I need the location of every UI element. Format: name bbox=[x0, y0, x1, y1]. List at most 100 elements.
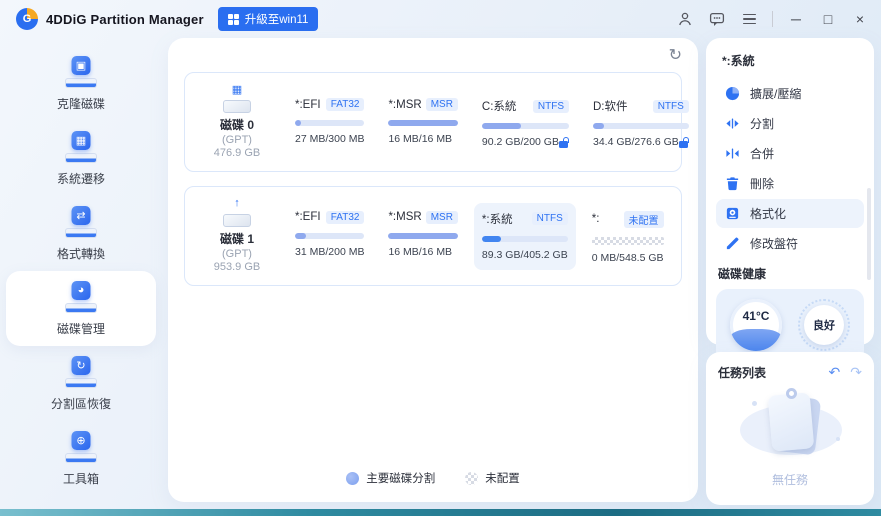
filesystem-badge: NTFS bbox=[531, 212, 568, 225]
sidebar-item-label: 格式轉換 bbox=[56, 246, 105, 261]
action-delete[interactable]: 刪除 bbox=[716, 169, 864, 198]
close-button[interactable]: × bbox=[851, 11, 869, 27]
partition-disk0-d-software[interactable]: D:软件 NTFS 34.4 GB/276.6 GB bbox=[585, 90, 697, 154]
maximize-button[interactable]: □ bbox=[819, 11, 837, 27]
partition-usage: 34.4 GB/276.6 GB bbox=[592, 136, 679, 148]
menu-icon[interactable] bbox=[740, 10, 758, 28]
water-level-icon bbox=[730, 329, 782, 351]
sidebar-item-label: 系統遷移 bbox=[56, 171, 105, 186]
partition-label: *: bbox=[591, 213, 600, 225]
merge-icon bbox=[724, 146, 740, 162]
partition-usage: 16 MB/16 MB bbox=[388, 133, 453, 145]
format-icon bbox=[724, 206, 740, 222]
status-dial-icon: 良好 bbox=[798, 299, 850, 351]
partition-disk1-system-selected[interactable]: *:系統 NTFS 89.3 GB/405.2 GB bbox=[473, 202, 576, 270]
primary-partition-dot-icon bbox=[346, 471, 360, 485]
action-label: 修改盤符 bbox=[750, 237, 799, 251]
upgrade-to-win11-button[interactable]: 升級至win11 bbox=[217, 7, 319, 31]
bitlocker-unlocked-icon bbox=[678, 136, 689, 148]
unallocated-badge: 未配置 bbox=[623, 210, 664, 228]
no-tasks-text: 無任務 bbox=[771, 473, 808, 487]
action-change-drive-letter[interactable]: 修改盤符 bbox=[716, 229, 864, 258]
sidebar-item-system-migration[interactable]: ▦ 系統遷移 bbox=[6, 121, 156, 196]
sidebar-item-toolbox[interactable]: ⊕ 工具箱 bbox=[6, 421, 156, 496]
partition-label: *:系統 bbox=[481, 213, 513, 226]
filesystem-badge: MSR bbox=[425, 210, 458, 224]
minimize-button[interactable]: ─ bbox=[787, 11, 805, 27]
action-split[interactable]: 分割 bbox=[716, 109, 864, 138]
partition-label: D:软件 bbox=[592, 101, 628, 113]
partition-label: *:EFI bbox=[295, 98, 321, 111]
filesystem-badge: MSR bbox=[425, 98, 458, 111]
upgrade-button-label: 升級至win11 bbox=[244, 14, 309, 26]
filesystem-badge: NTFS bbox=[652, 99, 689, 113]
toolbox-icon: ⊕ bbox=[63, 430, 99, 463]
partition-disk0-msr[interactable]: *:MSR MSR 16 MB/16 MB bbox=[380, 90, 465, 154]
titlebar: G 4DDiG Partition Manager 升級至win11 ─ □ × bbox=[0, 0, 881, 38]
action-extend-shrink[interactable]: 擴展/壓縮 bbox=[716, 79, 864, 108]
sidebar: ▣ 克隆磁碟 ▦ 系統遷移 ⇄ 格式轉換 ◕ 磁碟管理 ↻ 分割區恢復 ⊕ 工具… bbox=[0, 38, 162, 509]
filesystem-badge: NTFS bbox=[532, 99, 569, 113]
disk-name: 磁碟 1 bbox=[219, 231, 254, 246]
account-icon[interactable] bbox=[676, 10, 694, 28]
partition-actions-panel: *:系統 擴展/壓縮 分割 合併 刪除 格式化 修改盤符 磁碟健康 41°C 良… bbox=[706, 38, 874, 382]
action-label: 合併 bbox=[750, 147, 775, 161]
sidebar-item-format-conversion[interactable]: ⇄ 格式轉換 bbox=[6, 196, 156, 271]
sidebar-item-label: 磁碟管理 bbox=[56, 321, 105, 336]
partition-usage: 89.3 GB/405.2 GB bbox=[481, 248, 568, 261]
dot-decoration bbox=[836, 437, 840, 441]
titlebar-divider bbox=[772, 11, 773, 27]
logo-glyph: G bbox=[22, 13, 32, 25]
action-format[interactable]: 格式化 bbox=[716, 199, 864, 228]
sidebar-item-label: 分割區恢復 bbox=[50, 396, 111, 411]
unallocated-bar bbox=[591, 236, 664, 245]
clone-disk-icon: ▣ bbox=[63, 55, 99, 88]
usage-bar bbox=[388, 120, 458, 126]
feedback-icon[interactable] bbox=[708, 10, 726, 28]
sidebar-item-label: 克隆磁碟 bbox=[56, 96, 105, 111]
disk-0-info: ▦ 磁碟 0 (GPT) 476.9 GB bbox=[197, 84, 277, 159]
refresh-icon[interactable]: ↻ bbox=[669, 48, 682, 64]
legend-primary-partition: 主要磁碟分割 bbox=[346, 470, 435, 486]
sidebar-item-disk-management[interactable]: ◕ 磁碟管理 bbox=[6, 271, 156, 346]
legend: 主要磁碟分割 未配置 bbox=[168, 470, 698, 486]
disk-partition-style: (GPT) bbox=[222, 133, 252, 146]
bitlocker-unlocked-icon bbox=[558, 136, 569, 148]
sidebar-item-clone-disk[interactable]: ▣ 克隆磁碟 bbox=[6, 46, 156, 121]
pencil-icon bbox=[724, 236, 740, 252]
dot-decoration bbox=[752, 401, 757, 406]
scrollbar[interactable] bbox=[867, 188, 871, 280]
action-merge[interactable]: 合併 bbox=[716, 139, 864, 168]
partition-disk0-efi[interactable]: *:EFI FAT32 27 MB/300 MB bbox=[287, 90, 372, 154]
partition-label: *:MSR bbox=[388, 211, 422, 223]
redo-icon[interactable]: ↷ bbox=[850, 364, 862, 381]
windows-icon bbox=[227, 13, 239, 25]
undo-icon[interactable]: ↶ bbox=[829, 364, 841, 381]
extend-shrink-icon bbox=[724, 86, 740, 102]
partition-usage: 16 MB/16 MB bbox=[388, 245, 453, 258]
app-title: 4DDiG Partition Manager bbox=[46, 11, 204, 27]
partition-disk1-msr[interactable]: *:MSR MSR 16 MB/16 MB bbox=[380, 203, 465, 270]
usage-bar bbox=[592, 123, 689, 129]
action-label: 刪除 bbox=[750, 177, 775, 191]
filesystem-badge: FAT32 bbox=[325, 210, 365, 224]
action-label: 擴展/壓縮 bbox=[750, 87, 802, 101]
filesystem-badge: FAT32 bbox=[325, 98, 365, 111]
temperature-value: 41°C bbox=[742, 309, 770, 323]
partition-recovery-icon: ↻ bbox=[63, 355, 99, 388]
action-label: 分割 bbox=[750, 117, 775, 131]
trash-icon bbox=[724, 176, 740, 192]
partition-disk1-unallocated[interactable]: *: 未配置 0 MB/548.5 GB bbox=[584, 203, 672, 270]
partition-disk1-efi[interactable]: *:EFI FAT32 31 MB/200 MB bbox=[287, 203, 372, 270]
task-list-panel: 任務列表 ↶ ↷ 無任務 bbox=[706, 352, 874, 505]
sidebar-item-partition-recovery[interactable]: ↻ 分割區恢復 bbox=[6, 346, 156, 421]
status-value: 良好 bbox=[804, 305, 844, 345]
sidebar-item-label: 工具箱 bbox=[62, 471, 99, 486]
partition-usage: 31 MB/200 MB bbox=[295, 245, 365, 258]
disk-name: 磁碟 0 bbox=[219, 117, 254, 132]
app-logo-icon: G bbox=[16, 8, 38, 30]
partition-disk0-c-system[interactable]: C:系統 NTFS 90.2 GB/200 GB bbox=[474, 90, 577, 154]
system-migration-icon: ▦ bbox=[63, 130, 99, 163]
unallocated-dot-icon bbox=[465, 471, 479, 485]
disk-management-icon: ◕ bbox=[63, 280, 99, 313]
